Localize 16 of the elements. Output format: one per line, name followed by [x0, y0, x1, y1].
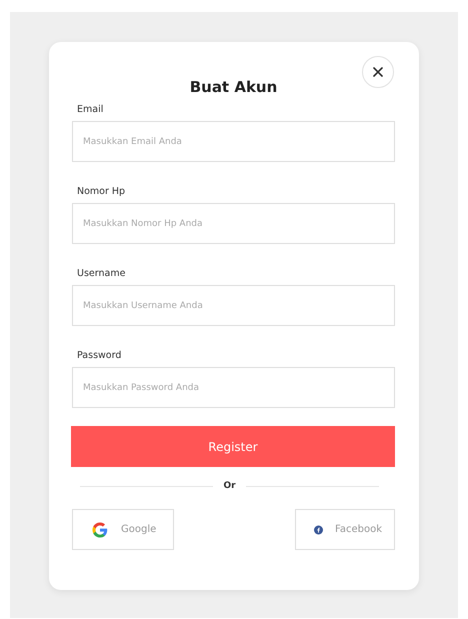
facebook-login-button[interactable]: Facebook [295, 509, 395, 550]
field-label: Username [77, 268, 126, 279]
google-icon [91, 520, 109, 538]
input-field[interactable]: Masukkan Username Anda [72, 285, 395, 326]
input-field[interactable]: Masukkan Nomor Hp Anda [72, 203, 395, 244]
input-field[interactable]: Masukkan Email Anda [72, 121, 395, 162]
input-field[interactable]: Masukkan Password Anda [72, 367, 395, 408]
close-button[interactable] [362, 56, 394, 88]
register-button[interactable]: Register [71, 426, 395, 467]
field-label: Password [77, 350, 122, 361]
dialog-title: Buat Akun [188, 78, 278, 96]
google-login-button[interactable]: Google [72, 509, 174, 550]
divider-text: Or [223, 481, 236, 491]
close-icon [373, 67, 383, 77]
field-label: Nomor Hp [77, 186, 126, 197]
field-label: Email [77, 104, 104, 115]
